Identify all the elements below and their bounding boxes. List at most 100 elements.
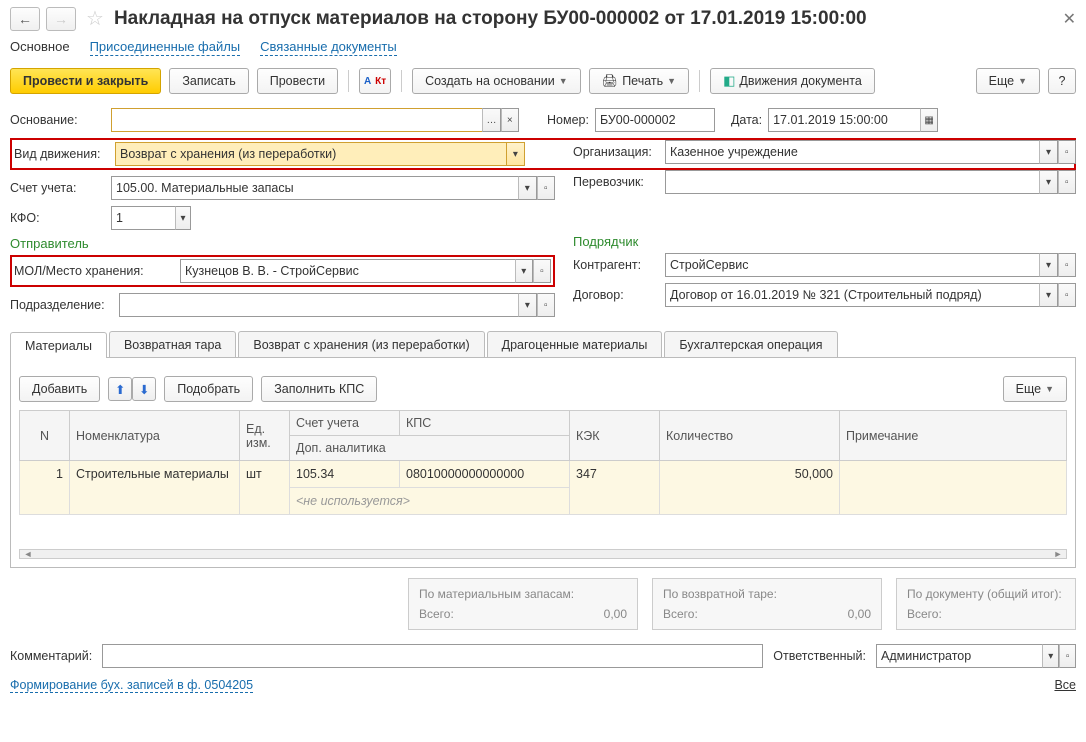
- counterparty-dropdown-icon[interactable]: ▾: [1039, 253, 1057, 277]
- org-select[interactable]: [665, 140, 1039, 164]
- materials-grid[interactable]: N Номенклатура Ед. изм. Счет учета КПС К…: [19, 410, 1067, 515]
- mol-select[interactable]: [180, 259, 515, 283]
- grid-row[interactable]: 1 Строительные материалы шт 105.34 08010…: [20, 461, 1067, 488]
- move-type-dropdown-icon[interactable]: ▾: [506, 142, 525, 166]
- col-extra: Доп. аналитика: [290, 436, 570, 461]
- summary-panel: По материальным запасам: Всего:0,00 По в…: [10, 578, 1076, 630]
- horizontal-scrollbar[interactable]: ◄ ►: [19, 549, 1067, 559]
- department-dropdown-icon[interactable]: ▾: [518, 293, 536, 317]
- col-note: Примечание: [840, 411, 1067, 461]
- account-label: Счет учета:: [10, 181, 105, 195]
- grid-toolbar: Добавить ⬆ ⬇ Подобрать Заполнить КПС Еще…: [19, 366, 1067, 410]
- scroll-right-icon[interactable]: ►: [1050, 549, 1066, 559]
- page-title: Накладная на отпуск материалов на сторон…: [114, 8, 867, 30]
- help-button[interactable]: ?: [1048, 68, 1076, 94]
- kfo-select[interactable]: [111, 206, 175, 230]
- account-select[interactable]: [111, 176, 518, 200]
- mol-label: МОЛ/Место хранения:: [14, 264, 174, 278]
- number-label: Номер:: [547, 113, 589, 127]
- scroll-left-icon[interactable]: ◄: [20, 549, 36, 559]
- sender-section-title: Отправитель: [10, 236, 555, 251]
- counterparty-select[interactable]: [665, 253, 1039, 277]
- basis-label: Основание:: [10, 113, 105, 127]
- tab-accounting[interactable]: Бухгалтерская операция: [664, 331, 837, 357]
- carrier-dropdown-icon[interactable]: ▾: [1039, 170, 1057, 194]
- contract-select[interactable]: [665, 283, 1039, 307]
- grid-more-button[interactable]: Еще▼: [1003, 376, 1067, 402]
- responsible-open-icon[interactable]: ▫: [1059, 644, 1076, 668]
- account-dropdown-icon[interactable]: ▾: [518, 176, 536, 200]
- nav-forward-button[interactable]: →: [46, 7, 76, 31]
- comment-label: Комментарий:: [10, 649, 92, 663]
- org-dropdown-icon[interactable]: ▾: [1039, 140, 1057, 164]
- tab-return[interactable]: Возврат с хранения (из переработки): [238, 331, 484, 357]
- move-type-label: Вид движения:: [14, 147, 109, 161]
- basis-clear-button[interactable]: ×: [501, 108, 519, 132]
- nav-files[interactable]: Присоединенные файлы: [90, 39, 241, 56]
- basis-input[interactable]: [111, 108, 482, 132]
- calendar-icon[interactable]: ▦: [920, 108, 938, 132]
- printer-icon: 🖨: [602, 73, 619, 89]
- all-link[interactable]: Все: [1054, 678, 1076, 693]
- col-kek: КЭК: [570, 411, 660, 461]
- print-button[interactable]: 🖨Печать▼: [589, 68, 689, 94]
- responsible-select[interactable]: [876, 644, 1042, 668]
- responsible-dropdown-icon[interactable]: ▾: [1042, 644, 1059, 668]
- nav-linked[interactable]: Связанные документы: [260, 39, 397, 56]
- nav-back-button[interactable]: ←: [10, 7, 40, 31]
- move-down-button[interactable]: ⬇: [132, 377, 156, 401]
- contract-dropdown-icon[interactable]: ▾: [1039, 283, 1057, 307]
- account-open-icon[interactable]: ▫: [537, 176, 555, 200]
- summary-materials: По материальным запасам: Всего:0,00: [408, 578, 638, 630]
- kfo-label: КФО:: [10, 211, 105, 225]
- dk-button[interactable]: АКт: [359, 68, 391, 94]
- tab-materials[interactable]: Материалы: [10, 332, 107, 358]
- movements-button[interactable]: ◧Движения документа: [710, 68, 875, 94]
- col-kps: КПС: [400, 411, 570, 436]
- org-open-icon[interactable]: ▫: [1058, 140, 1076, 164]
- carrier-label: Перевозчик:: [573, 175, 659, 189]
- nav-main[interactable]: Основное: [10, 39, 70, 56]
- comment-input[interactable]: [102, 644, 763, 668]
- kfo-dropdown-icon[interactable]: ▾: [175, 206, 191, 230]
- mol-highlight: МОЛ/Место хранения: ▾ ▫: [10, 255, 555, 287]
- fill-kps-button[interactable]: Заполнить КПС: [261, 376, 377, 402]
- tab-tare[interactable]: Возвратная тара: [109, 331, 236, 357]
- pick-button[interactable]: Подобрать: [164, 376, 253, 402]
- add-button[interactable]: Добавить: [19, 376, 100, 402]
- counterparty-label: Контрагент:: [573, 258, 659, 272]
- save-button[interactable]: Записать: [169, 68, 248, 94]
- tab-bar: Материалы Возвратная тара Возврат с хран…: [10, 331, 1076, 358]
- form-link[interactable]: Формирование бух. записей в ф. 0504205: [10, 678, 253, 693]
- mol-open-icon[interactable]: ▫: [533, 259, 551, 283]
- counterparty-open-icon[interactable]: ▫: [1058, 253, 1076, 277]
- col-account: Счет учета: [290, 411, 400, 436]
- date-field[interactable]: [768, 108, 920, 132]
- org-label: Организация:: [573, 145, 659, 159]
- contract-label: Договор:: [573, 288, 659, 302]
- contract-open-icon[interactable]: ▫: [1058, 283, 1076, 307]
- department-label: Подразделение:: [10, 298, 113, 312]
- summary-tare: По возвратной таре: Всего:0,00: [652, 578, 882, 630]
- move-type-select[interactable]: [115, 142, 506, 166]
- move-up-button[interactable]: ⬆: [108, 377, 132, 401]
- department-select[interactable]: [119, 293, 518, 317]
- date-label: Дата:: [731, 113, 762, 127]
- post-button[interactable]: Провести: [257, 68, 338, 94]
- number-field[interactable]: [595, 108, 715, 132]
- carrier-open-icon[interactable]: ▫: [1058, 170, 1076, 194]
- close-icon[interactable]: ✕: [1063, 9, 1076, 29]
- col-n: N: [20, 411, 70, 461]
- mol-dropdown-icon[interactable]: ▾: [515, 259, 533, 283]
- toolbar: Провести и закрыть Записать Провести АКт…: [10, 68, 1076, 94]
- movements-icon: ◧: [723, 73, 735, 89]
- department-open-icon[interactable]: ▫: [537, 293, 555, 317]
- post-and-close-button[interactable]: Провести и закрыть: [10, 68, 161, 94]
- basis-ellipsis-button[interactable]: …: [482, 108, 500, 132]
- nav-tabs: Основное Присоединенные файлы Связанные …: [10, 39, 1076, 56]
- create-from-button[interactable]: Создать на основании▼: [412, 68, 581, 94]
- favorite-star-icon[interactable]: ☆: [86, 6, 104, 31]
- carrier-select[interactable]: [665, 170, 1039, 194]
- more-button[interactable]: Еще▼: [976, 68, 1040, 94]
- tab-precious[interactable]: Драгоценные материалы: [487, 331, 663, 357]
